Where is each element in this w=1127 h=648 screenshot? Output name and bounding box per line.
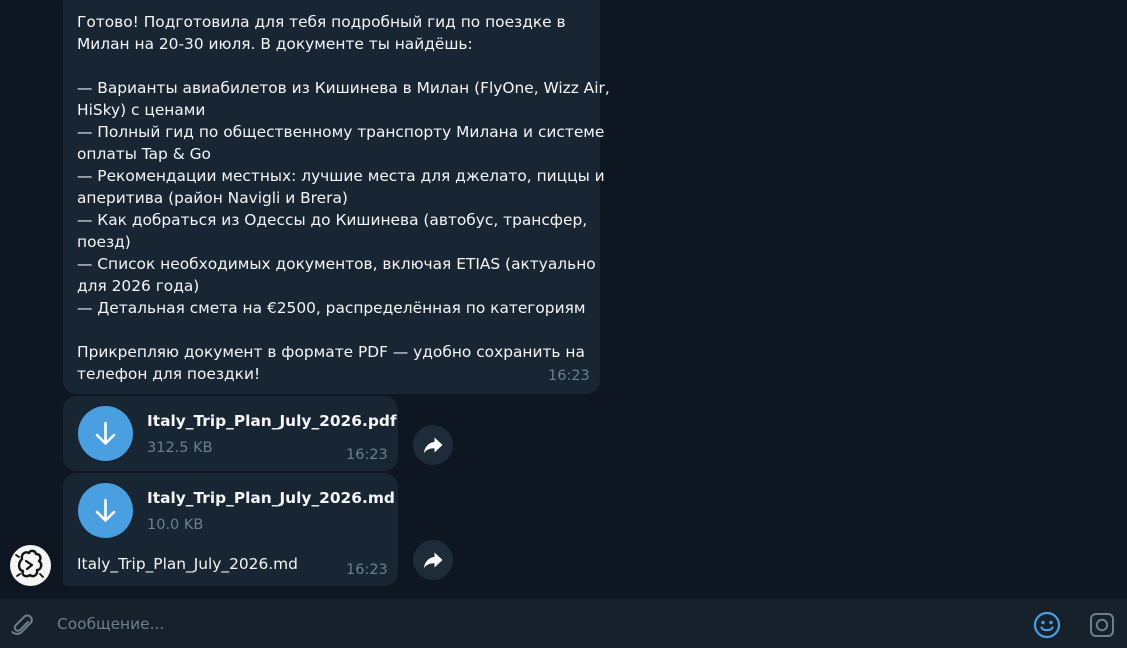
message-line: поезд): [77, 233, 131, 251]
camera-icon[interactable]: [1088, 611, 1116, 639]
incoming-message: Готово! Подготовила для тебя подробный г…: [63, 0, 610, 394]
forward-arrow-icon: [423, 437, 443, 454]
message-line: HiSky) с ценами: [77, 101, 206, 119]
file-name[interactable]: Italy_Trip_Plan_July_2026.md: [147, 489, 395, 507]
message-line: [77, 319, 586, 341]
message-line: Прикрепляю документ в формате PDF — удоб…: [77, 343, 585, 361]
message-line: аперитива (район Navigli и Brera): [77, 189, 348, 207]
forward-button[interactable]: [413, 425, 453, 465]
forward-button[interactable]: [413, 540, 453, 580]
avatar[interactable]: [10, 545, 51, 586]
download-arrow-icon: [95, 421, 116, 445]
bot-logo-icon: [15, 549, 44, 578]
file-size: 10.0 KB: [147, 517, 204, 533]
message-time: 16:23: [548, 368, 590, 384]
message-line: — Варианты авиабилетов из Кишинева в Мил…: [77, 79, 610, 97]
file-message-md: Italy_Trip_Plan_July_2026.md 10.0 KB Ita…: [63, 473, 398, 586]
message-time: 16:23: [346, 447, 388, 463]
message-text: Готово! Подготовила для тебя подробный г…: [77, 11, 610, 385]
file-name[interactable]: Italy_Trip_Plan_July_2026.pdf: [147, 412, 397, 430]
message-time: 16:23: [346, 562, 388, 578]
message-line: — Как добраться из Одессы до Кишинева (а…: [77, 211, 588, 229]
message-composer: [0, 598, 1127, 648]
download-button[interactable]: [78, 483, 133, 538]
chat-area: Готово! Подготовила для тебя подробный г…: [0, 0, 1127, 598]
message-line: — Полный гид по общественному транспорту…: [77, 123, 605, 141]
message-line: телефон для поездки!: [77, 365, 261, 383]
forward-arrow-icon: [423, 552, 443, 569]
message-input[interactable]: [57, 612, 997, 636]
paperclip-icon[interactable]: [8, 611, 36, 639]
download-arrow-icon: [95, 498, 116, 522]
file-caption: Italy_Trip_Plan_July_2026.md: [77, 555, 298, 573]
message-line: Милан на 20-30 июля. В документе ты найд…: [77, 35, 473, 53]
message-line: — Рекомендации местных: лучшие места для…: [77, 167, 605, 185]
message-line: [77, 55, 586, 77]
file-message-pdf: Italy_Trip_Plan_July_2026.pdf 312.5 KB 1…: [63, 396, 398, 471]
message-line: оплаты Tap & Go: [77, 145, 211, 163]
message-line: — Детальная смета на €2500, распределённ…: [77, 299, 586, 317]
message-line: — Список необходимых документов, включая…: [77, 255, 596, 273]
emoji-icon[interactable]: [1032, 610, 1062, 640]
download-button[interactable]: [78, 406, 133, 461]
message-line: для 2026 года): [77, 277, 200, 295]
file-size: 312.5 KB: [147, 440, 213, 456]
message-line: Готово! Подготовила для тебя подробный г…: [77, 13, 566, 31]
